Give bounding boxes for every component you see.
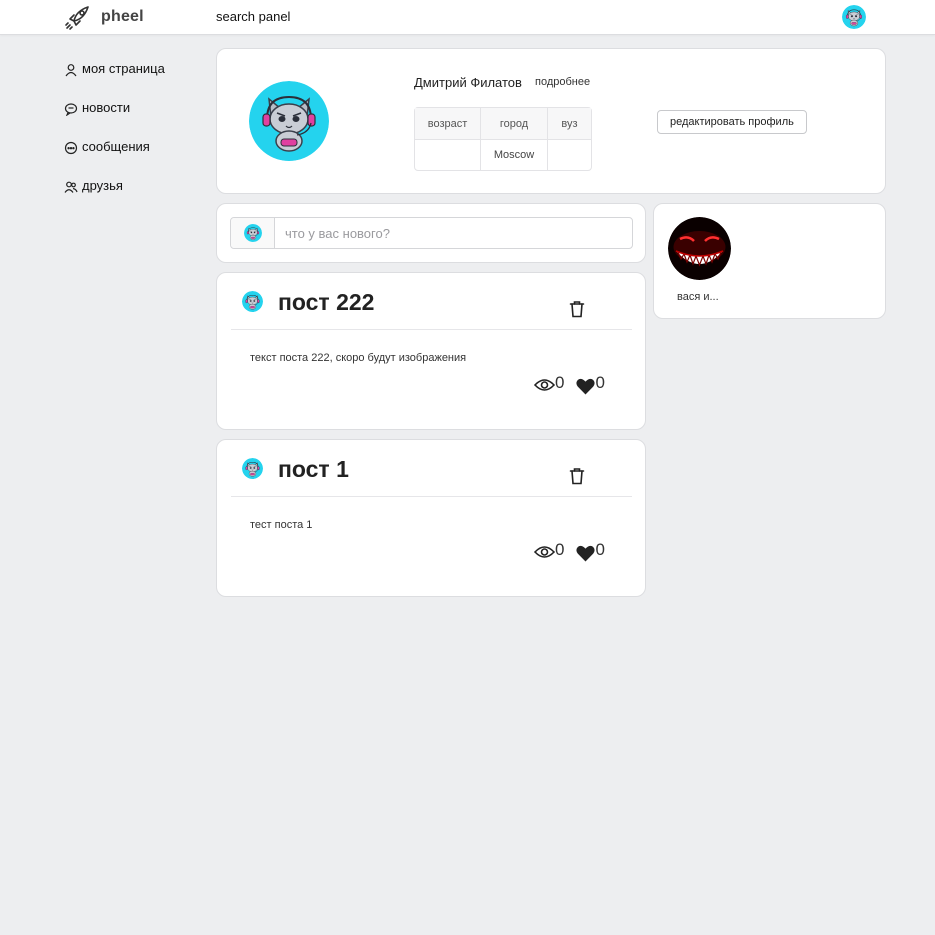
post-stats: 0 0: [534, 540, 611, 562]
rocket-icon: [65, 6, 89, 30]
like-count: 0: [595, 373, 605, 392]
post-stats: 0 0: [534, 373, 611, 395]
new-post-input[interactable]: [285, 225, 615, 241]
message-icon: [64, 141, 78, 155]
view-count: 0: [555, 540, 565, 559]
app-name: pheel: [101, 8, 144, 25]
friend-avatar[interactable]: [668, 217, 731, 280]
post-title: пост 222: [278, 289, 375, 315]
sidebar-item-friends[interactable]: друзья: [64, 175, 204, 195]
table-header: возраст: [415, 108, 481, 140]
edit-profile-button[interactable]: редактировать профиль: [657, 110, 807, 134]
table-cell: Moscow: [481, 140, 548, 170]
friends-card: вася и...: [653, 203, 886, 319]
heart-icon[interactable]: [576, 378, 596, 395]
sidebar-item-label: моя страница: [82, 60, 165, 76]
table-cell: [548, 140, 591, 170]
avatar[interactable]: [842, 5, 866, 29]
sidebar-item-label: сообщения: [82, 138, 150, 154]
news-icon: [64, 103, 78, 116]
table-header: город: [481, 108, 548, 140]
composer-avatar: [231, 218, 275, 248]
friends-icon: [64, 181, 78, 193]
profile-avatar[interactable]: [249, 81, 329, 161]
friend-name[interactable]: вася и...: [677, 291, 719, 303]
post-avatar[interactable]: [242, 458, 263, 479]
profile-info-table: возраст город вуз Moscow: [414, 107, 592, 171]
trash-icon[interactable]: [569, 467, 585, 485]
post-card: пост 1 тест поста 1 0 0: [216, 439, 646, 597]
profile-card: Дмитрий Филатов подробнее возраст город …: [216, 48, 886, 194]
heart-icon[interactable]: [576, 545, 596, 562]
profile-name: Дмитрий Филатов: [414, 75, 522, 90]
sidebar-item-my-page[interactable]: моя страница: [64, 58, 204, 78]
sidebar-item-label: друзья: [82, 177, 123, 193]
post-title: пост 1: [278, 456, 349, 482]
table-header: вуз: [548, 108, 591, 140]
user-icon: [65, 64, 77, 77]
trash-icon[interactable]: [569, 300, 585, 318]
sidebar-item-label: новости: [82, 99, 131, 115]
table-cell: [415, 140, 481, 170]
sidebar: моя страница новости сообщения друзья: [64, 58, 204, 214]
composer-box: [230, 217, 633, 249]
eye-icon: [534, 379, 555, 391]
post-text: текст поста 222, скоро будут изображения: [250, 352, 467, 364]
view-count: 0: [555, 373, 565, 392]
post-text: тест поста 1: [250, 519, 313, 531]
search-panel[interactable]: search panel: [216, 9, 290, 24]
sidebar-item-messages[interactable]: сообщения: [64, 136, 204, 156]
more-link[interactable]: подробнее: [535, 76, 590, 88]
like-count: 0: [595, 540, 605, 559]
post-composer: [216, 203, 646, 263]
post-card: пост 222 текст поста 222, скоро будут из…: [216, 272, 646, 430]
eye-icon: [534, 546, 555, 558]
logo[interactable]: pheel: [64, 3, 144, 31]
post-avatar[interactable]: [242, 291, 263, 312]
top-bar: pheel search panel: [0, 0, 935, 35]
sidebar-item-news[interactable]: новости: [64, 97, 204, 117]
